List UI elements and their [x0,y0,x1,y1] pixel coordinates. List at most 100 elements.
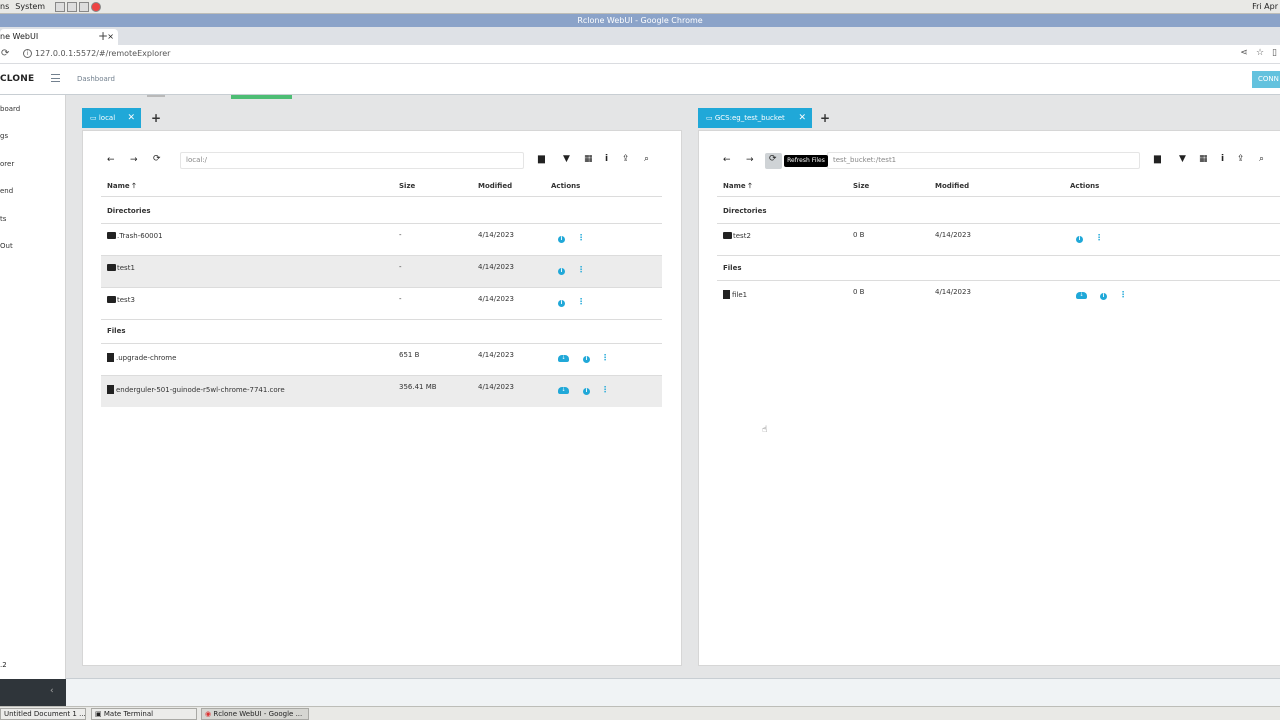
more-vertical-icon[interactable]: ⋮ [577,297,585,306]
info-circle-icon[interactable]: i [1076,236,1083,243]
more-vertical-icon[interactable]: ⋮ [577,265,585,274]
hamburger-menu-icon[interactable] [51,74,60,82]
editor-launcher-icon[interactable] [67,1,78,12]
table-row[interactable]: test2 0 B 4/14/2023 i ⋮ [717,224,1280,255]
table-row[interactable]: test1 - 4/14/2023 i ⋮ [101,256,662,287]
clock[interactable]: Fri Apr [1252,2,1278,11]
add-tab-button[interactable]: + [820,111,830,125]
tab-local[interactable]: ▭ local ✕ [82,108,141,128]
taskbar-item-terminal[interactable]: ▣ Mate Terminal [91,708,197,720]
refresh-icon[interactable]: ⟳ [769,154,777,164]
system-menu[interactable]: System [15,2,51,11]
refresh-icon[interactable]: ⟳ [153,154,161,164]
info-circle-icon[interactable]: i [558,300,565,307]
site-info-icon[interactable]: i [23,49,32,58]
info-circle-icon[interactable]: i [558,268,565,275]
browser-tabstrip: ne WebUI × + [0,27,1280,45]
filter-icon[interactable]: ▼ [1179,154,1186,164]
header-modified[interactable]: Modified [478,182,512,190]
breadcrumb-dashboard[interactable]: Dashboard [77,75,115,83]
new-folder-icon[interactable]: ▆ [1154,154,1161,164]
applications-menu[interactable]: ns [0,2,15,11]
taskbar-item-chrome[interactable]: ◉ Rclone WebUI - Google ... [201,708,309,720]
sidebar-item-logout[interactable]: Out [0,242,13,250]
close-icon[interactable]: ✕ [127,108,135,128]
dir-name: test2 [723,231,751,240]
url-input[interactable]: 127.0.0.1:5572/#/remoteExplorer [35,49,170,58]
chrome-icon: ◉ [205,710,212,718]
right-path-input[interactable]: test_bucket:/test1 [827,152,1140,169]
bookmark-star-icon[interactable]: ☆ [1256,48,1264,58]
files-launcher-icon[interactable] [55,1,66,12]
new-folder-icon[interactable]: ▆ [538,154,545,164]
table-row[interactable]: .Trash-60001 - 4/14/2023 i ⋮ [101,224,662,255]
sidebar-item-backend[interactable]: end [0,187,13,195]
divider [101,319,662,320]
close-icon[interactable]: ✕ [798,108,806,128]
back-arrow-icon[interactable]: ← [723,155,731,165]
taskbar-item-document[interactable]: Untitled Document 1 ... [0,708,86,720]
file-size: 356.41 MB [399,383,437,391]
chrome-launcher-icon[interactable] [91,1,102,12]
header-size[interactable]: Size [853,182,869,190]
tab-gcs-remote[interactable]: ▭ GCS:eg_test_bucket ✕ [698,108,812,128]
upload-icon[interactable]: ⇪ [622,154,630,164]
search-icon[interactable]: ⌕ [644,154,649,164]
info-icon[interactable]: i [605,154,608,164]
grid-view-icon[interactable]: ▦ [584,154,593,164]
back-arrow-icon[interactable]: ← [107,155,115,165]
left-path-input[interactable]: local:/ [180,152,524,169]
close-tab-icon[interactable]: × [107,29,114,45]
forward-arrow-icon[interactable]: → [746,155,754,165]
filter-icon[interactable]: ▼ [563,154,570,164]
header-actions: Actions [551,182,581,190]
more-vertical-icon[interactable]: ⋮ [577,233,585,242]
header-name[interactable]: Name 🡑 [107,182,136,193]
table-row[interactable]: test3 - 4/14/2023 i ⋮ [101,288,662,319]
forward-arrow-icon[interactable]: → [130,155,138,165]
system-top-panel: ns System Fri Apr [0,0,1280,14]
dir-modified: 4/14/2023 [478,231,514,239]
more-vertical-icon[interactable]: ⋮ [601,385,609,394]
sidebar-item-explorer[interactable]: orer [0,160,14,168]
connect-button[interactable]: CONN [1252,71,1280,88]
cloud-download-icon[interactable]: ↓ [558,387,569,394]
table-row[interactable]: enderguler-501-guinode-r5wl-chrome-7741.… [101,376,662,407]
header-size[interactable]: Size [399,182,415,190]
sidebar-collapse-button[interactable]: ‹ [0,679,66,706]
terminal-launcher-icon[interactable] [79,1,90,12]
table-row[interactable]: file1 0 B 4/14/2023 ↓ i ⋮ [717,281,1280,312]
info-circle-icon[interactable]: i [558,236,565,243]
grid-view-icon[interactable]: ▦ [1199,154,1208,164]
add-tab-button[interactable]: + [151,111,161,125]
header-modified[interactable]: Modified [935,182,969,190]
share-icon[interactable]: ⋖ [1240,48,1248,58]
table-row[interactable]: .upgrade-chrome 651 B 4/14/2023 ↓ i ⋮ [101,344,662,375]
app-brand[interactable]: CLONE [0,74,34,84]
file-size: 0 B [853,288,865,296]
sidebar-item-dashboard[interactable]: board [0,105,20,113]
search-icon[interactable]: ⌕ [1259,154,1264,164]
section-files: Files [723,264,742,272]
new-tab-button[interactable]: + [98,29,108,43]
file-modified: 4/14/2023 [478,383,514,391]
upload-icon[interactable]: ⇪ [1237,154,1245,164]
info-circle-icon[interactable]: i [583,356,590,363]
info-circle-icon[interactable]: i [583,388,590,395]
header-name[interactable]: Name 🡑 [723,182,752,193]
info-circle-icon[interactable]: i [1100,293,1107,300]
file-name: enderguler-501-guinode-r5wl-chrome-7741.… [107,383,285,394]
cloud-download-icon[interactable]: ↓ [1076,292,1087,299]
section-files: Files [107,327,126,335]
more-vertical-icon[interactable]: ⋮ [1119,290,1127,299]
reload-icon[interactable]: ⟳ [1,48,9,59]
cloud-download-icon[interactable]: ↓ [558,355,569,362]
sidebar-item-mounts[interactable]: ts [0,215,6,223]
side-panel-icon[interactable]: ▯ [1272,48,1277,58]
more-vertical-icon[interactable]: ⋮ [1095,233,1103,242]
section-directories: Directories [107,207,151,215]
sidebar-item-configs[interactable]: gs [0,132,8,140]
info-icon[interactable]: i [1221,154,1224,164]
dir-name: test1 [107,263,135,272]
more-vertical-icon[interactable]: ⋮ [601,353,609,362]
